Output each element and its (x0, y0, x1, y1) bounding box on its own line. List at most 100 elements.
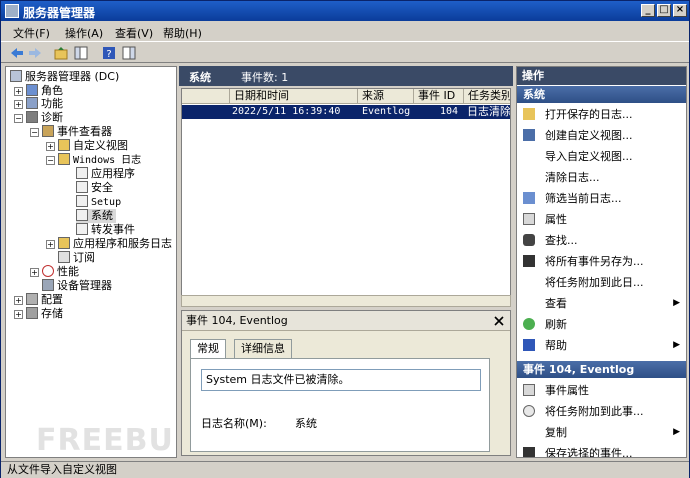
show-pane-icon[interactable] (121, 45, 137, 61)
row-event-id: 104 (440, 106, 459, 117)
action-attach-task-to-event[interactable]: 将任务附加到此事... (517, 401, 686, 422)
tree-performance[interactable]: 性能 (42, 265, 79, 279)
tab-general[interactable]: 常规 (190, 339, 226, 359)
action-clear-log[interactable]: 清除日志... (517, 167, 686, 188)
menu-help[interactable]: 帮助(H) (163, 25, 202, 41)
action-help[interactable]: 帮助 ▶ (517, 335, 686, 356)
refresh-icon (523, 318, 535, 330)
storage-icon (26, 307, 38, 319)
menu-bar: 文件(F) 操作(A) 查看(V) 帮助(H) (1, 22, 689, 41)
tree-system-log[interactable]: 系统 (76, 209, 116, 223)
action-refresh[interactable]: 刷新 (517, 314, 686, 335)
forward-arrow-icon[interactable] (27, 45, 43, 61)
tree-configuration[interactable]: 配置 (26, 293, 63, 307)
submenu-arrow-icon: ▶ (673, 427, 680, 437)
tree-custom-views[interactable]: 自定义视图 (58, 139, 128, 153)
tree-features[interactable]: 功能 (26, 97, 63, 111)
horizontal-scrollbar[interactable] (181, 295, 511, 307)
tree-windows-logs[interactable]: Windows 日志 (58, 153, 141, 167)
up-folder-icon[interactable] (53, 45, 69, 61)
column-level[interactable] (182, 89, 230, 104)
expand-storage-icon[interactable]: + (14, 310, 23, 319)
menu-view[interactable]: 查看(V) (115, 25, 153, 41)
action-event-properties[interactable]: 事件属性 (517, 380, 686, 401)
table-row[interactable]: 2022/5/11 16:39:40 Eventlog 104 日志清除 (182, 105, 510, 119)
action-save-all-events[interactable]: 将所有事件另存为... (517, 251, 686, 272)
log-icon (76, 195, 88, 207)
collapse-windows-logs-icon[interactable]: − (46, 156, 55, 165)
expand-app-service-logs-icon[interactable]: + (46, 240, 55, 249)
app-icon (5, 4, 19, 18)
event-message[interactable]: System 日志文件已被清除。 (201, 369, 481, 391)
tree-storage[interactable]: 存储 (26, 307, 63, 321)
back-arrow-icon[interactable] (9, 45, 25, 61)
middle-pane: 系统 事件数: 1 日期和时间 来源 事件 ID 任务类别 2022/5/11 … (179, 66, 513, 458)
column-source[interactable]: 来源 (358, 89, 414, 104)
row-source: Eventlog (362, 106, 411, 117)
title-bar[interactable]: 服务器管理器 _ □ × (1, 1, 689, 21)
window-title: 服务器管理器 (23, 6, 96, 20)
action-save-selected-events[interactable]: 保存选择的事件... (517, 443, 686, 457)
svg-text:?: ? (106, 49, 111, 60)
configuration-icon (26, 293, 38, 305)
subscription-icon (58, 251, 70, 263)
event-detail-header: 事件 104, Eventlog (182, 311, 510, 331)
tree-diagnostics[interactable]: 诊断 (26, 111, 63, 125)
help-icon (523, 339, 535, 351)
console-tree[interactable]: 服务器管理器 (DC) + 角色 + 功能 − 诊断 − 事件查看器 + 自定义… (5, 66, 177, 458)
expand-custom-views-icon[interactable]: + (46, 142, 55, 151)
event-list[interactable]: 日期和时间 来源 事件 ID 任务类别 2022/5/11 16:39:40 E… (181, 88, 511, 303)
actions-section-event[interactable]: 事件 104, Eventlog (517, 361, 686, 378)
tree-event-viewer[interactable]: 事件查看器 (42, 125, 112, 139)
toolbar: ? (1, 41, 689, 63)
features-icon (26, 97, 38, 109)
action-view[interactable]: 查看 ▶ (517, 293, 686, 314)
menu-file[interactable]: 文件(F) (13, 25, 50, 41)
minimize-button[interactable]: _ (641, 4, 655, 17)
maximize-button[interactable]: □ (657, 4, 671, 17)
close-icon[interactable] (494, 316, 504, 326)
general-tab-body: System 日志文件已被清除。 日志名称(M): 系统 (190, 358, 490, 452)
properties-icon (523, 384, 535, 396)
collapse-event-viewer-icon[interactable]: − (30, 128, 39, 137)
action-copy[interactable]: 复制 ▶ (517, 422, 686, 443)
row-datetime: 2022/5/11 16:39:40 (232, 106, 341, 117)
expand-performance-icon[interactable]: + (30, 268, 39, 277)
tree-roles[interactable]: 角色 (26, 84, 63, 98)
column-event-id[interactable]: 事件 ID (414, 89, 464, 104)
action-import-custom-view[interactable]: 导入自定义视图... (517, 146, 686, 167)
event-detail-panel: 事件 104, Eventlog 常规 详细信息 System 日志文件已被清除… (181, 310, 511, 456)
expand-features-icon[interactable]: + (14, 100, 23, 109)
log-name-value: 系统 (295, 417, 317, 430)
tree-security-log[interactable]: 安全 (76, 181, 113, 195)
action-open-saved-log[interactable]: 打开保存的日志... (517, 104, 686, 125)
action-attach-task-to-log[interactable]: 将任务附加到此日... (517, 272, 686, 293)
column-category[interactable]: 任务类别 (464, 89, 510, 104)
roles-icon (26, 84, 38, 96)
action-properties[interactable]: 属性 (517, 209, 686, 230)
tree-setup-log[interactable]: Setup (76, 195, 121, 209)
tree-app-service-logs[interactable]: 应用程序和服务日志 (58, 237, 172, 251)
tab-details[interactable]: 详细信息 (234, 339, 292, 359)
tree-server-manager[interactable]: 服务器管理器 (DC) (10, 70, 119, 84)
console-tree-icon[interactable] (73, 45, 89, 61)
tree-application-log[interactable]: 应用程序 (76, 167, 135, 181)
tree-device-manager[interactable]: 设备管理器 (42, 279, 112, 293)
status-bar: 从文件导入自定义视图 (1, 461, 689, 478)
log-icon (76, 223, 88, 235)
menu-action[interactable]: 操作(A) (65, 25, 103, 41)
expand-roles-icon[interactable]: + (14, 87, 23, 96)
help-icon[interactable]: ? (101, 45, 117, 61)
log-title: 系统 (189, 71, 211, 84)
tree-forwarded-events[interactable]: 转发事件 (76, 223, 135, 237)
collapse-diagnostics-icon[interactable]: − (14, 114, 23, 123)
action-filter-current-log[interactable]: 筛选当前日志... (517, 188, 686, 209)
expand-configuration-icon[interactable]: + (14, 296, 23, 305)
close-button[interactable]: × (673, 4, 687, 17)
action-create-custom-view[interactable]: 创建自定义视图... (517, 125, 686, 146)
column-datetime[interactable]: 日期和时间 (230, 89, 358, 104)
action-find[interactable]: 查找... (517, 230, 686, 251)
actions-section-system[interactable]: 系统 (517, 86, 686, 103)
filter-icon (523, 129, 535, 141)
tree-subscriptions[interactable]: 订阅 (58, 251, 95, 265)
